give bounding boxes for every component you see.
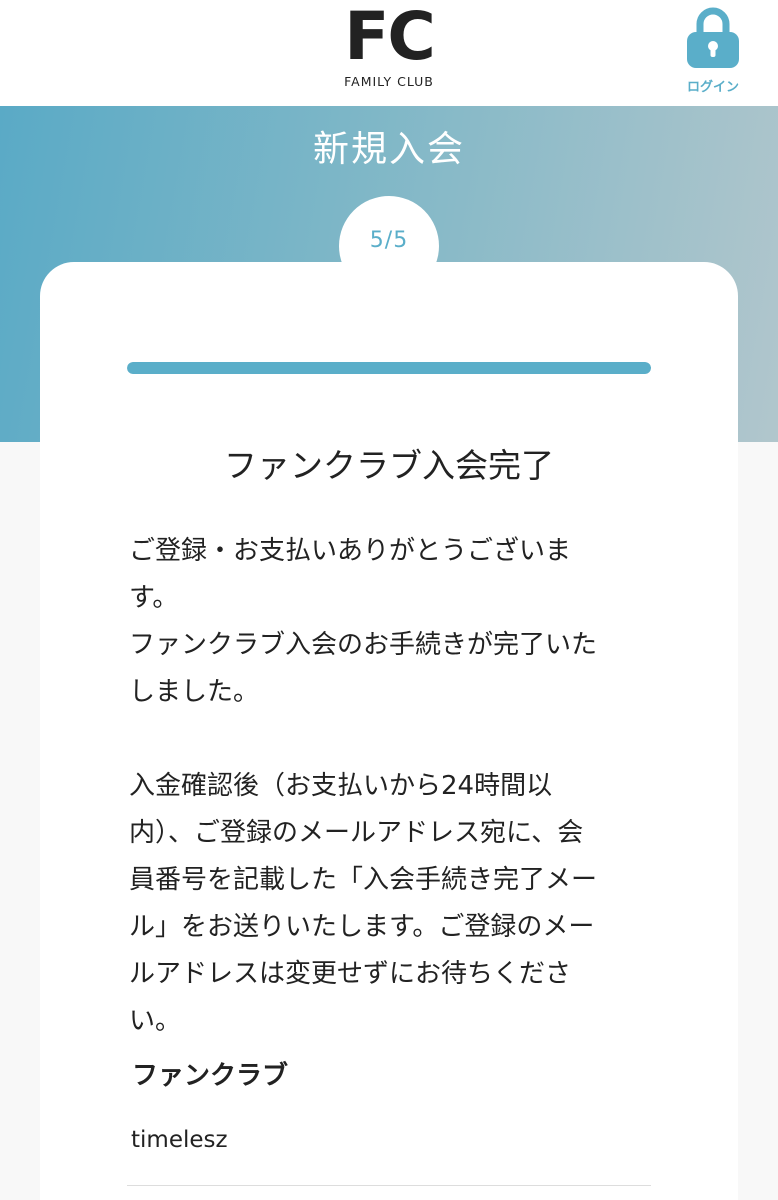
page-title: 新規入会 [312, 129, 465, 170]
fanclub-value: timelesz [131, 1127, 228, 1153]
logo-mark: FC [344, 0, 436, 75]
header: FC FAMILY CLUB ログイン [0, 0, 778, 106]
progress-bar [127, 362, 651, 374]
logo-subtitle: FAMILY CLUB [344, 74, 434, 89]
divider [127, 1185, 651, 1186]
fanclub-label: ファンクラブ [132, 1061, 289, 1091]
progress-bar-fill [127, 362, 651, 374]
family-club-logo[interactable]: FC FAMILY CLUB [324, 4, 454, 94]
completion-heading: ファンクラブ入会完了 [224, 446, 554, 485]
login-label: ログイン [686, 80, 739, 95]
step-indicator: 5/5 [369, 228, 409, 253]
login-button[interactable]: ログイン [676, 6, 750, 96]
lock-icon [687, 7, 739, 68]
page: FC FAMILY CLUB ログイン 新規入会 5/5 ファンクラブ入会完了 … [0, 0, 778, 1200]
completion-message: ご登録・お支払いありがとうございま す。 ファンクラブ入会のお手続きが完了いた … [129, 536, 598, 1036]
